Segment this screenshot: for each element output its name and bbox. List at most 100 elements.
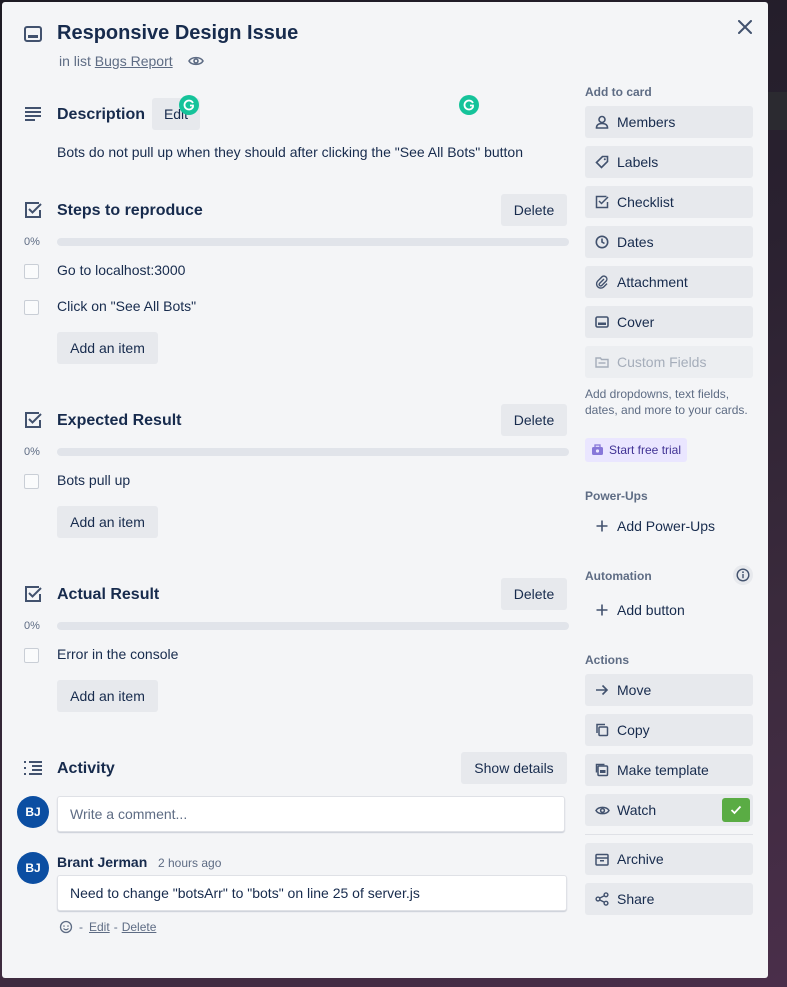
card-list-info: in list Bugs Report bbox=[59, 53, 173, 69]
move-button[interactable]: Move bbox=[585, 674, 753, 706]
plus-icon bbox=[594, 518, 610, 534]
divider bbox=[585, 834, 753, 835]
add-powerups-label: Add Power-Ups bbox=[617, 518, 716, 534]
add-item-button[interactable]: Add an item bbox=[57, 680, 158, 712]
checklist-item-checkbox[interactable] bbox=[24, 300, 39, 315]
custom-fields-hint: Add dropdowns, text fields, dates, and m… bbox=[585, 387, 748, 417]
delete-comment-link[interactable]: Delete bbox=[122, 920, 157, 934]
checklist-item-checkbox[interactable] bbox=[24, 474, 39, 489]
checklist-item[interactable]: Error in the console bbox=[57, 646, 178, 662]
cover-button[interactable]: Cover bbox=[585, 306, 753, 338]
custom-fields-label: Custom Fields bbox=[617, 354, 707, 370]
custom-fields-icon bbox=[594, 354, 610, 370]
watch-label: Watch bbox=[617, 802, 657, 818]
share-button[interactable]: Share bbox=[585, 883, 753, 915]
card-title[interactable]: Responsive Design Issue bbox=[57, 22, 298, 45]
avatar[interactable]: BJ bbox=[17, 852, 49, 884]
eye-icon bbox=[594, 802, 610, 818]
attachment-button[interactable]: Attachment bbox=[585, 266, 753, 298]
dates-button[interactable]: Dates bbox=[585, 226, 753, 258]
description-text[interactable]: Bots do not pull up when they should aft… bbox=[57, 144, 523, 160]
list-link[interactable]: Bugs Report bbox=[95, 53, 173, 69]
comment-timestamp[interactable]: 2 hours ago bbox=[158, 856, 221, 870]
template-icon bbox=[594, 762, 610, 778]
edit-comment-link[interactable]: Edit bbox=[89, 920, 110, 934]
automation-label: Automation bbox=[585, 569, 652, 583]
in-list-prefix: in list bbox=[59, 53, 91, 69]
checklist-icon bbox=[23, 584, 43, 604]
archive-button[interactable]: Archive bbox=[585, 843, 753, 875]
show-details-button[interactable]: Show details bbox=[461, 752, 567, 784]
attachment-label: Attachment bbox=[617, 274, 688, 290]
card-cover-icon bbox=[594, 314, 610, 330]
grammarly-icon[interactable] bbox=[179, 95, 199, 115]
custom-fields-button: Custom Fields bbox=[585, 346, 753, 378]
checklist-label: Checklist bbox=[617, 194, 674, 210]
delete-checklist-button[interactable]: Delete bbox=[501, 194, 567, 226]
comment-author[interactable]: Brant Jerman bbox=[57, 854, 147, 870]
share-icon bbox=[594, 891, 610, 907]
add-item-button[interactable]: Add an item bbox=[57, 506, 158, 538]
grammarly-icon[interactable] bbox=[459, 95, 479, 115]
checklist-item-checkbox[interactable] bbox=[24, 648, 39, 663]
checklist-progress-percent: 0% bbox=[24, 446, 40, 458]
comment-text: Need to change "botsArr" to "bots" on li… bbox=[57, 875, 567, 911]
checklist-progress-bar bbox=[57, 448, 569, 456]
background-board-strip bbox=[768, 92, 787, 130]
start-free-trial-button[interactable]: Start free trial bbox=[585, 438, 688, 462]
card-detail-modal: Responsive Design Issue in list Bugs Rep… bbox=[2, 2, 768, 978]
make-template-button[interactable]: Make template bbox=[585, 754, 753, 786]
checklist-progress-bar bbox=[57, 238, 569, 246]
delete-checklist-button[interactable]: Delete bbox=[501, 404, 567, 436]
info-icon[interactable] bbox=[733, 565, 753, 585]
checklist-progress-percent: 0% bbox=[24, 236, 40, 248]
checklist-button[interactable]: Checklist bbox=[585, 186, 753, 218]
clock-icon bbox=[594, 234, 610, 250]
checklist-title[interactable]: Actual Result bbox=[57, 586, 159, 604]
checklist-progress-bar bbox=[57, 622, 569, 630]
add-automation-button[interactable]: Add button bbox=[585, 594, 753, 626]
archive-icon bbox=[594, 851, 610, 867]
add-reaction-icon[interactable] bbox=[59, 920, 73, 934]
close-icon[interactable] bbox=[734, 16, 756, 38]
checklist-item[interactable]: Go to localhost:3000 bbox=[57, 262, 185, 278]
arrow-right-icon bbox=[594, 682, 610, 698]
delete-checklist-button[interactable]: Delete bbox=[501, 578, 567, 610]
add-powerups-button[interactable]: Add Power-Ups bbox=[585, 510, 753, 542]
dates-label: Dates bbox=[617, 234, 654, 250]
add-item-button[interactable]: Add an item bbox=[57, 332, 158, 364]
activity-icon bbox=[23, 758, 43, 778]
trial-icon bbox=[591, 444, 604, 456]
copy-label: Copy bbox=[617, 722, 650, 738]
comment-input[interactable]: Write a comment... bbox=[57, 796, 565, 832]
checklist-icon bbox=[594, 194, 610, 210]
checklist-item[interactable]: Click on "See All Bots" bbox=[57, 298, 196, 314]
members-button[interactable]: Members bbox=[585, 106, 753, 138]
activity-heading: Activity bbox=[57, 760, 115, 777]
separator: - bbox=[113, 920, 118, 934]
avatar[interactable]: BJ bbox=[17, 796, 49, 828]
labels-label: Labels bbox=[617, 154, 659, 170]
description-icon bbox=[23, 104, 43, 124]
cover-label: Cover bbox=[617, 314, 655, 330]
actions-label: Actions bbox=[585, 653, 630, 667]
labels-button[interactable]: Labels bbox=[585, 146, 753, 178]
powerups-label: Power-Ups bbox=[585, 489, 648, 503]
checklist-item[interactable]: Bots pull up bbox=[57, 472, 130, 488]
plus-icon bbox=[594, 602, 610, 618]
eye-icon[interactable] bbox=[188, 53, 204, 69]
checklist-title[interactable]: Expected Result bbox=[57, 412, 181, 430]
card-icon bbox=[23, 24, 43, 44]
copy-button[interactable]: Copy bbox=[585, 714, 753, 746]
checklist-icon bbox=[23, 200, 43, 220]
archive-label: Archive bbox=[617, 851, 664, 867]
move-label: Move bbox=[617, 682, 652, 698]
separator: - bbox=[79, 920, 83, 934]
checklist-item-checkbox[interactable] bbox=[24, 264, 39, 279]
paperclip-icon bbox=[594, 274, 610, 290]
checklist-icon bbox=[23, 410, 43, 430]
watch-button[interactable]: Watch bbox=[585, 794, 753, 826]
checklist-title[interactable]: Steps to reproduce bbox=[57, 202, 203, 220]
add-button-label: Add button bbox=[617, 602, 685, 618]
tag-icon bbox=[594, 154, 610, 170]
